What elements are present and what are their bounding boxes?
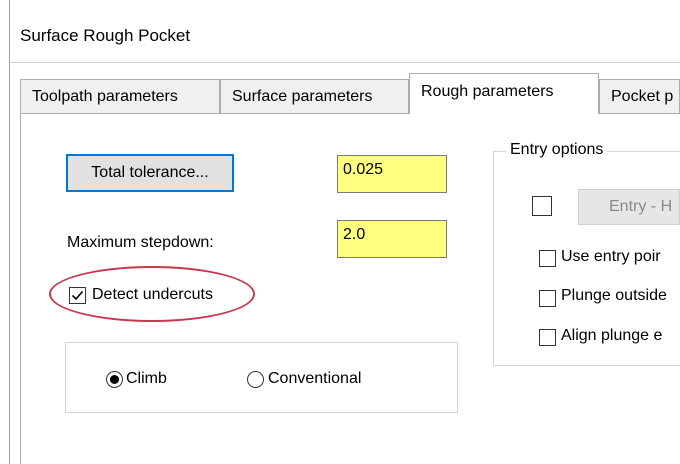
button-label: Total tolerance... <box>91 164 209 181</box>
tab-surface-parameters[interactable]: Surface parameters <box>220 79 409 113</box>
tab-label: Surface parameters <box>232 88 373 105</box>
dialog-title: Surface Rough Pocket <box>20 26 191 45</box>
entry-helix-checkbox[interactable] <box>532 196 552 216</box>
detect-undercuts-checkbox[interactable] <box>69 287 86 304</box>
total-tolerance-button[interactable]: Total tolerance... <box>66 154 234 192</box>
radio-selected-dot <box>110 375 119 384</box>
total-tolerance-input[interactable]: 0.025 <box>337 155 447 193</box>
detect-undercuts-label: Detect undercuts <box>92 286 213 303</box>
window-left-border <box>9 0 10 464</box>
align-plunge-label: Align plunge e <box>561 327 663 344</box>
use-entry-point-checkbox[interactable] <box>539 250 556 267</box>
max-stepdown-input[interactable]: 2.0 <box>337 220 447 258</box>
entry-helix-button[interactable]: Entry - H <box>578 189 680 225</box>
checkmark-icon <box>71 290 84 301</box>
climb-label: Climb <box>126 370 167 387</box>
tab-toolpath-parameters[interactable]: Toolpath parameters <box>20 79 220 113</box>
button-label: Entry - H <box>609 198 673 215</box>
title-divider <box>10 62 680 63</box>
use-entry-point-label: Use entry poir <box>561 248 661 265</box>
plunge-outside-checkbox[interactable] <box>539 290 556 307</box>
align-plunge-checkbox[interactable] <box>539 329 556 346</box>
conventional-label: Conventional <box>268 370 362 387</box>
tab-label: Rough parameters <box>421 83 554 100</box>
entry-options-legend: Entry options <box>506 141 608 159</box>
max-stepdown-label: Maximum stepdown: <box>67 234 214 251</box>
climb-radio[interactable] <box>106 371 123 388</box>
tab-label: Pocket p <box>611 88 674 105</box>
tab-rough-parameters[interactable]: Rough parameters <box>409 73 599 114</box>
conventional-radio[interactable] <box>247 371 264 388</box>
tab-pocket-parameters[interactable]: Pocket p <box>599 79 680 113</box>
tab-label: Toolpath parameters <box>32 88 178 105</box>
plunge-outside-label: Plunge outside <box>561 287 667 304</box>
